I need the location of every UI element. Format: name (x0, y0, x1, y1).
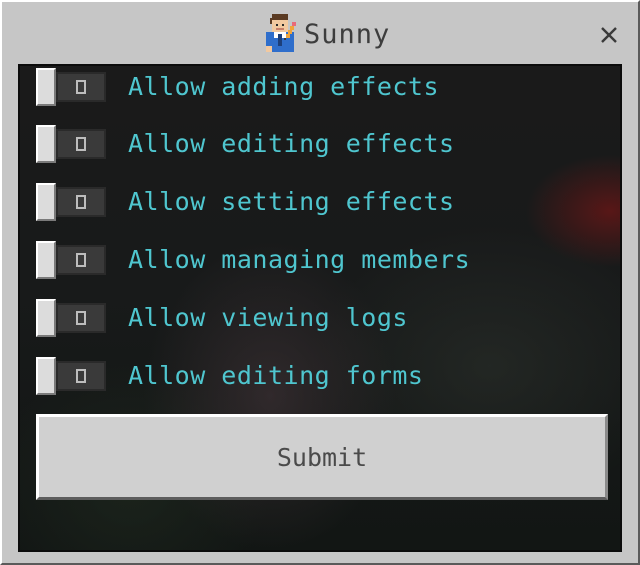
toggle-row-setting-effects: Allow setting effects (36, 183, 616, 221)
form-content-panel: Allow adding effects Allow editing effec… (18, 64, 622, 552)
toggle-label: Allow editing forms (128, 361, 424, 390)
off-indicator-icon (76, 195, 86, 209)
toggle-label: Allow setting effects (128, 187, 455, 216)
toggle-track (56, 129, 106, 159)
title-bar: Sunny (2, 2, 638, 64)
toggle-row-adding-effects: Allow adding effects (36, 68, 616, 106)
toggle-switch[interactable] (36, 125, 108, 163)
dialog-title: Sunny (304, 18, 391, 50)
submit-button[interactable]: Submit (36, 414, 608, 500)
off-indicator-icon (76, 311, 86, 325)
toggle-switch[interactable] (36, 241, 108, 279)
toggle-row-editing-effects: Allow editing effects (36, 125, 616, 163)
toggle-knob (36, 241, 56, 279)
toggle-row-viewing-logs: Allow viewing logs (36, 299, 616, 337)
dialog-window: Sunny Allow adding effects Allow editing… (0, 0, 640, 565)
toggle-knob (36, 183, 56, 221)
toggle-row-editing-forms: Allow editing forms (36, 357, 616, 395)
toggle-switch[interactable] (36, 183, 108, 221)
off-indicator-icon (76, 137, 86, 151)
toggle-switch[interactable] (36, 357, 108, 395)
toggle-label: Allow editing effects (128, 129, 455, 158)
toggle-track (56, 72, 106, 102)
toggle-switch[interactable] (36, 68, 108, 106)
toggle-knob (36, 68, 56, 106)
toggle-track (56, 303, 106, 333)
submit-label: Submit (276, 442, 368, 472)
toggle-row-managing-members: Allow managing members (36, 241, 616, 279)
toggle-knob (36, 357, 56, 395)
toggle-label: Allow viewing logs (128, 303, 408, 332)
toggle-knob (36, 299, 56, 337)
off-indicator-icon (76, 369, 86, 383)
toggle-track (56, 245, 106, 275)
close-icon[interactable] (598, 24, 620, 46)
off-indicator-icon (76, 80, 86, 94)
toggle-knob (36, 125, 56, 163)
title-group: Sunny (258, 14, 390, 54)
toggle-track (56, 187, 106, 217)
avatar-with-pencil-icon (266, 14, 296, 52)
toggle-label: Allow managing members (128, 245, 471, 274)
toggle-switch[interactable] (36, 299, 108, 337)
toggle-label: Allow adding effects (128, 72, 440, 101)
off-indicator-icon (76, 253, 86, 267)
toggle-track (56, 361, 106, 391)
